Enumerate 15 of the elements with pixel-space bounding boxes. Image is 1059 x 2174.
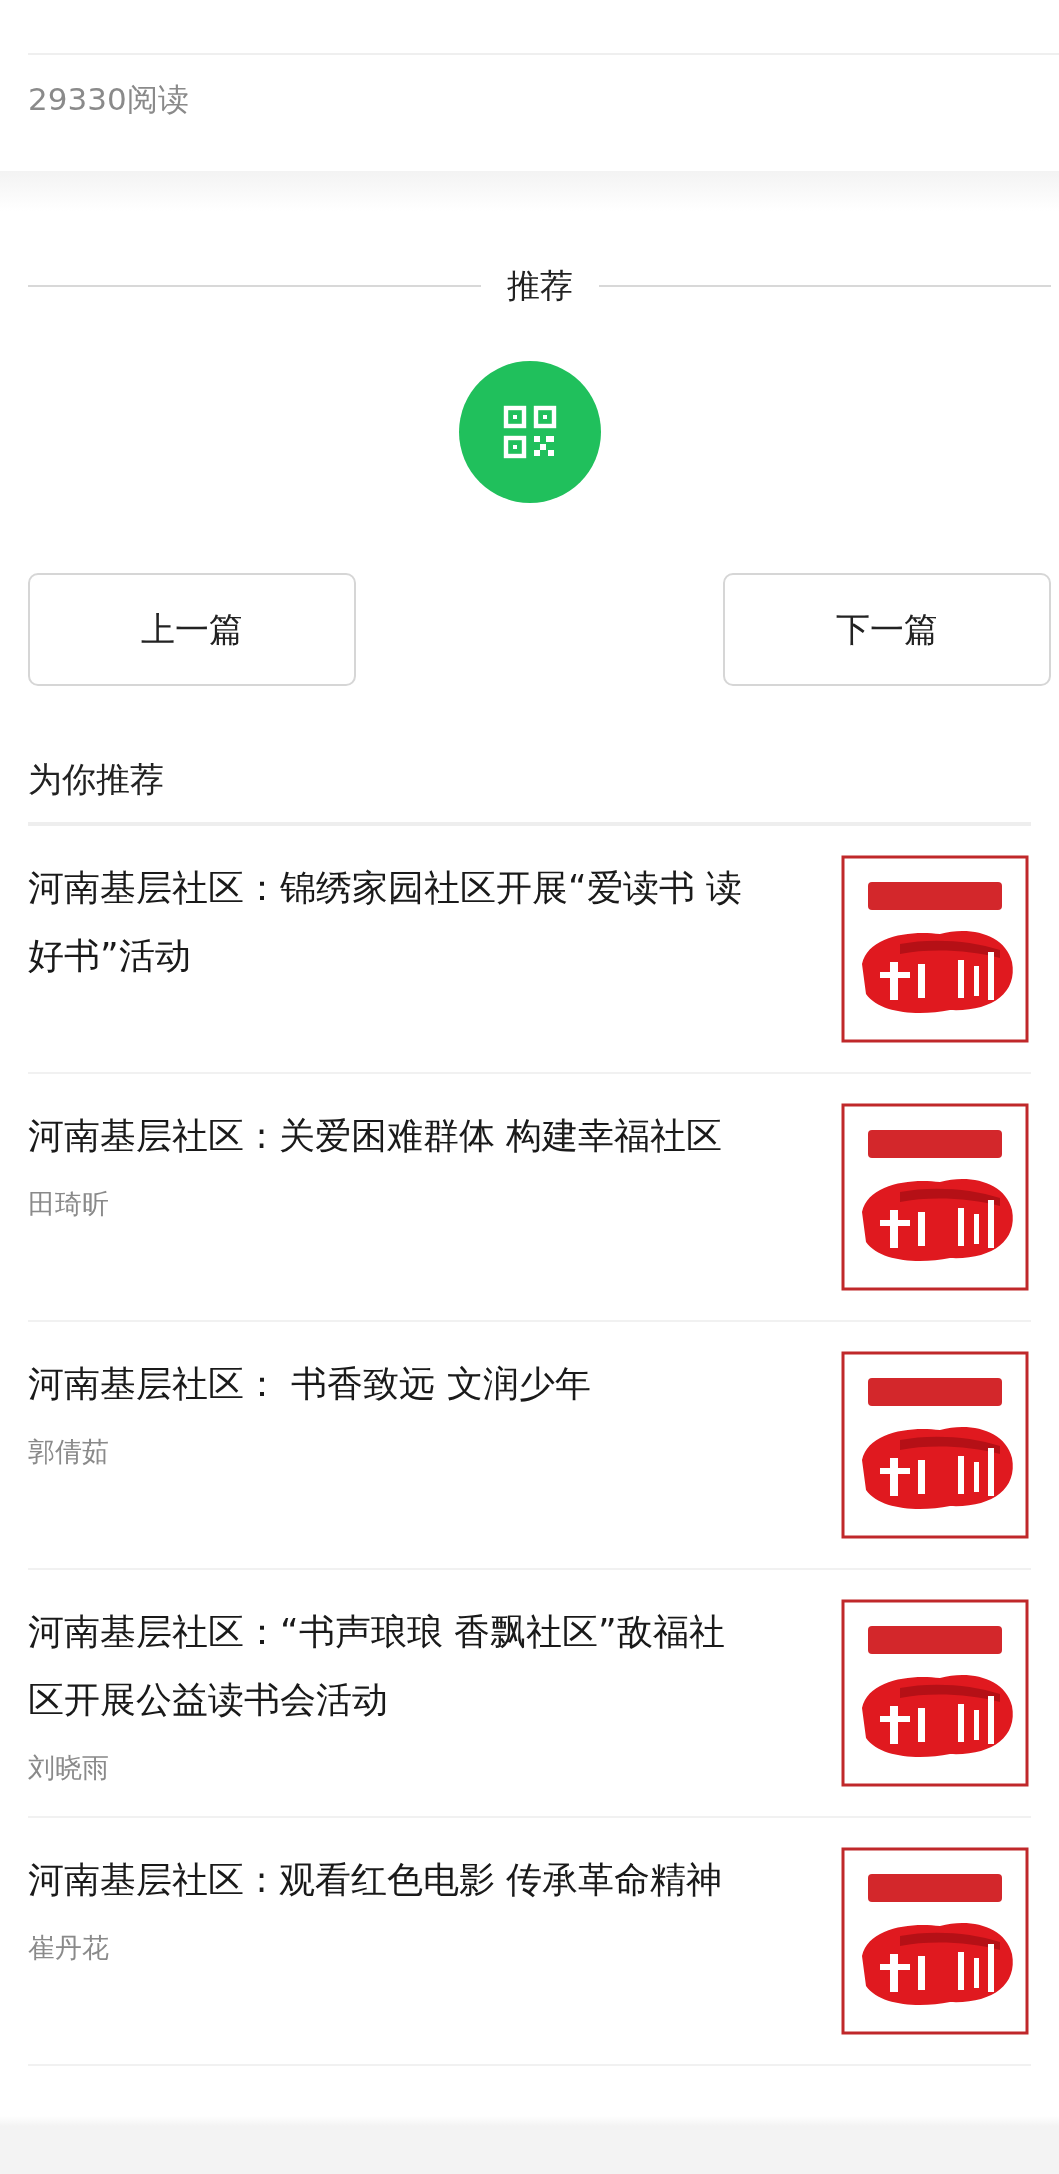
article-title[interactable]: 河南基层社区： 书香致远 文润少年: [28, 1349, 758, 1418]
recommend-heading: 为你推荐: [27, 757, 165, 801]
article-author: 崔丹花: [28, 1930, 109, 1965]
read-count: 29330阅读: [28, 80, 189, 119]
article-nav-button[interactable]: 上一篇: [28, 572, 356, 686]
section-title: 推荐: [506, 265, 573, 307]
article-author: 郭倩茹: [28, 1434, 109, 1469]
article-title[interactable]: 河南基层社区 : 观看红色电影 传承革命精神: [28, 1845, 758, 1914]
article-title[interactable]: 河南基层社区：锦绣家园社区开展“爱读书 读好书”活动: [28, 853, 758, 990]
article-author: 田琦昕: [28, 1186, 109, 1221]
article-author: 刘晓雨: [28, 1750, 109, 1785]
article-title[interactable]: 河南基层社区：“书声琅琅 香飘社区”敌福社区开展公益读书会活动: [28, 1597, 758, 1734]
article-title[interactable]: 河南基层社区 : 关爱困难群体 构建幸福社区: [28, 1101, 758, 1170]
qr-code-icon: [501, 403, 558, 460]
article-nav-button[interactable]: 下一篇: [723, 572, 1051, 686]
